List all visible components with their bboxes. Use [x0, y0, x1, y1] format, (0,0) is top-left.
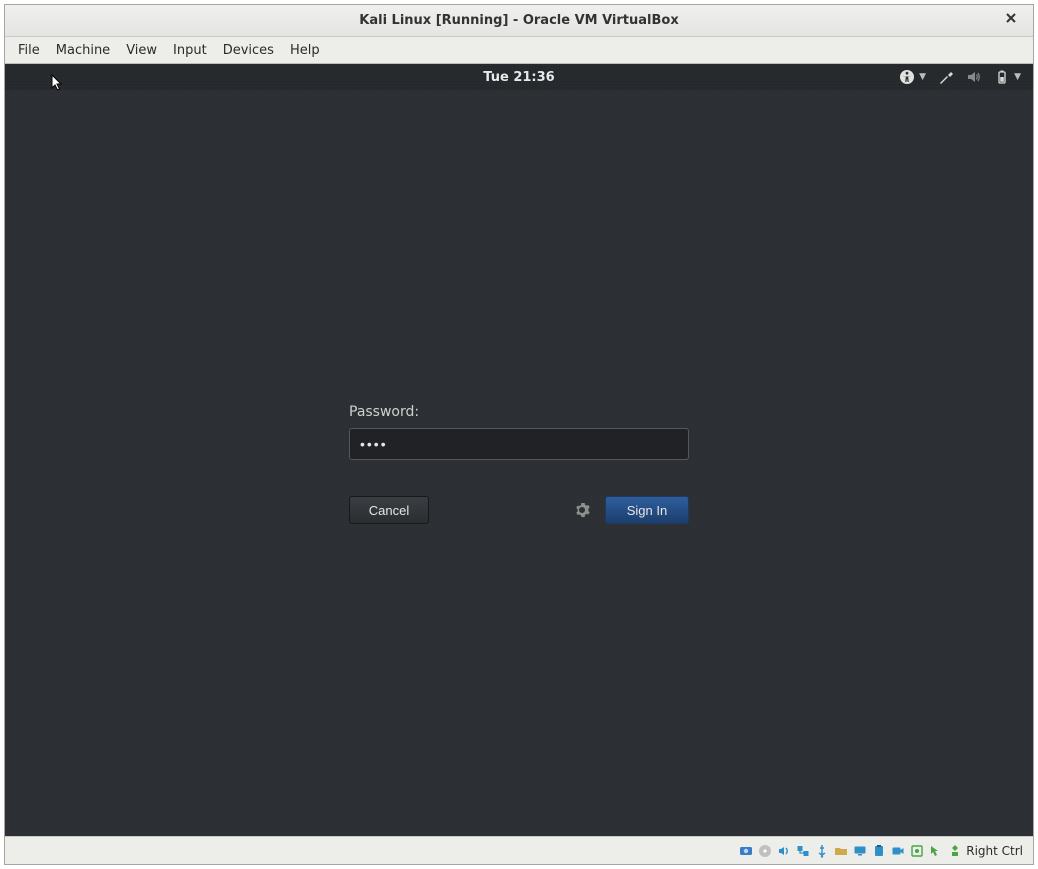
audio-icon — [777, 844, 791, 858]
network-indicator[interactable] — [795, 843, 811, 859]
usb-indicator[interactable] — [814, 843, 830, 859]
record-icon — [891, 844, 905, 858]
gear-icon — [574, 502, 590, 518]
shared-folder-indicator[interactable] — [833, 843, 849, 859]
clipboard-indicator[interactable] — [871, 843, 887, 859]
chevron-down-icon: ▼ — [919, 72, 926, 82]
menu-machine[interactable]: Machine — [49, 40, 117, 61]
host-key-label: Right Ctrl — [966, 844, 1023, 858]
audio-indicator[interactable] — [776, 843, 792, 859]
login-buttons-row: Cancel Sign In — [349, 496, 689, 524]
login-form: Password: Cancel Sign In — [349, 404, 689, 524]
vm-statusbar: Right Ctrl — [5, 836, 1033, 864]
tools-indicator[interactable] — [938, 69, 954, 85]
menu-input[interactable]: Input — [166, 40, 214, 61]
cancel-button[interactable]: Cancel — [349, 496, 429, 524]
usb-icon — [815, 844, 829, 858]
vm-state-icon — [910, 844, 924, 858]
accessibility-menu[interactable]: ▼ — [899, 69, 926, 85]
volume-icon — [966, 69, 982, 85]
battery-icon — [994, 69, 1010, 85]
window-title: Kali Linux [Running] - Oracle VM Virtual… — [359, 13, 678, 28]
host-key-indicator[interactable] — [947, 843, 963, 859]
menu-file[interactable]: File — [11, 40, 47, 61]
session-options-button[interactable] — [573, 501, 591, 519]
vm-window: Kali Linux [Running] - Oracle VM Virtual… — [4, 4, 1034, 865]
password-label: Password: — [349, 404, 689, 420]
display-indicator[interactable] — [852, 843, 868, 859]
signin-button[interactable]: Sign In — [605, 496, 689, 524]
menubar: File Machine View Input Devices Help — [5, 37, 1033, 64]
hdd-icon — [739, 844, 753, 858]
guest-screen: Tue 21:36 ▼ ▼ Password — [5, 64, 1033, 836]
clipboard-icon — [872, 844, 886, 858]
volume-indicator[interactable] — [966, 69, 982, 85]
menu-devices[interactable]: Devices — [216, 40, 281, 61]
clock[interactable]: Tue 21:36 — [483, 70, 554, 85]
cd-icon — [758, 844, 772, 858]
power-menu[interactable]: ▼ — [994, 69, 1021, 85]
vm-state-indicator[interactable] — [909, 843, 925, 859]
hdd-indicator[interactable] — [738, 843, 754, 859]
chevron-down-icon: ▼ — [1014, 72, 1021, 82]
recording-indicator[interactable] — [890, 843, 906, 859]
net-icon — [796, 844, 810, 858]
system-tray: ▼ ▼ — [899, 64, 1021, 90]
mouse-integration-indicator[interactable] — [928, 843, 944, 859]
mouse-integration-icon — [929, 844, 943, 858]
display-icon — [853, 844, 867, 858]
close-button[interactable] — [1005, 12, 1023, 30]
password-input[interactable] — [349, 428, 689, 460]
host-key-icon — [948, 844, 962, 858]
cd-indicator[interactable] — [757, 843, 773, 859]
accessibility-icon — [899, 69, 915, 85]
close-icon — [1005, 12, 1017, 24]
titlebar: Kali Linux [Running] - Oracle VM Virtual… — [5, 5, 1033, 37]
shared-folder-icon — [834, 844, 848, 858]
guest-topbar: Tue 21:36 ▼ ▼ — [5, 64, 1033, 90]
menu-help[interactable]: Help — [283, 40, 327, 61]
menu-view[interactable]: View — [119, 40, 164, 61]
tools-icon — [938, 69, 954, 85]
